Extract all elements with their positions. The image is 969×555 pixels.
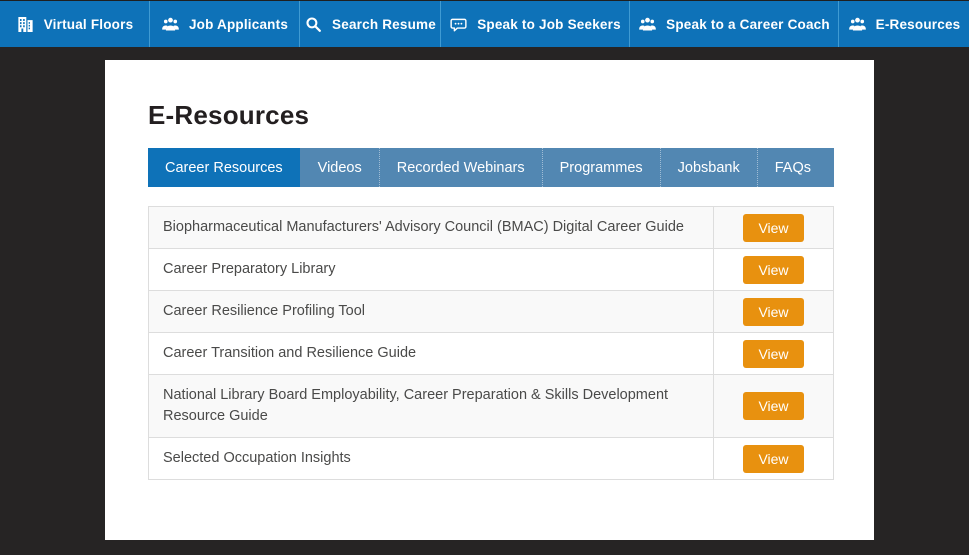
nav-item-label: E-Resources <box>875 16 961 32</box>
nav-item[interactable]: Job Applicants <box>149 1 299 47</box>
tab[interactable]: Career Resources <box>148 148 300 187</box>
resources-table: Biopharmaceutical Manufacturers' Advisor… <box>148 206 834 480</box>
table-row: Career Resilience Profiling Tool View <box>149 290 833 332</box>
resource-title: Selected Occupation Insights <box>163 450 351 466</box>
page-title: E-Resources <box>148 100 310 130</box>
resource-title: National Library Board Employability, Ca… <box>163 387 669 424</box>
people-icon <box>638 15 657 34</box>
resource-action-cell: View <box>713 438 833 479</box>
view-button[interactable]: View <box>743 255 804 284</box>
resource-title: Career Transition and Resilience Guide <box>163 345 417 361</box>
resource-action-cell: View <box>713 333 833 374</box>
tab[interactable]: Recorded Webinars <box>378 148 542 187</box>
resource-title: Career Preparatory Library <box>163 261 336 277</box>
table-row: Career Transition and Resilience Guide V… <box>149 332 833 374</box>
table-row: Selected Occupation Insights View <box>149 437 833 479</box>
top-navigation: Virtual Floors Job Applicants Search Res… <box>0 0 969 47</box>
nav-item[interactable]: Virtual Floors <box>0 1 149 47</box>
nav-item-label: Virtual Floors <box>43 16 134 32</box>
nav-item[interactable]: Speak to a Career Coach <box>629 1 838 47</box>
nav-item-label: Speak to Job Seekers <box>477 16 621 32</box>
building-icon <box>16 15 35 34</box>
view-button[interactable]: View <box>743 297 804 326</box>
tab[interactable]: FAQs <box>756 148 828 187</box>
nav-item-label: Job Applicants <box>188 16 289 32</box>
nav-item[interactable]: E-Resources <box>838 1 969 47</box>
resource-title: Career Resilience Profiling Tool <box>163 303 366 319</box>
resource-action-cell: View <box>713 249 833 290</box>
nav-item-label: Speak to a Career Coach <box>666 16 830 32</box>
table-row: Career Preparatory Library View <box>149 248 833 290</box>
tab[interactable]: Programmes <box>541 148 660 187</box>
view-button[interactable]: View <box>743 444 804 473</box>
nav-item[interactable]: Speak to Job Seekers <box>440 1 629 47</box>
people-icon <box>161 15 180 34</box>
screen: Virtual Floors Job Applicants Search Res… <box>0 0 969 555</box>
view-button[interactable]: View <box>743 392 804 420</box>
tab-bar: Career Resources Videos Recorded Webinars P… <box>148 148 834 187</box>
nav-item-label: Search Resume <box>332 16 436 32</box>
resource-action-cell: View <box>713 375 833 437</box>
people-icon <box>848 15 867 34</box>
table-row: National Library Board Employability, Ca… <box>149 374 833 437</box>
tab[interactable]: Jobsbank <box>659 148 757 187</box>
resource-title: Biopharmaceutical Manufacturers' Advisor… <box>163 219 684 235</box>
chat-icon <box>449 15 468 34</box>
nav-item[interactable]: Search Resume <box>299 1 440 47</box>
resource-action-cell: View <box>713 291 833 332</box>
resource-action-cell: View <box>713 207 833 248</box>
view-button[interactable]: View <box>743 213 804 242</box>
tab[interactable]: Videos <box>300 148 379 187</box>
search-icon <box>304 15 323 34</box>
table-row: Biopharmaceutical Manufacturers' Advisor… <box>149 207 833 248</box>
view-button[interactable]: View <box>743 339 804 368</box>
content-card: E-Resources Career Resources Videos Record… <box>105 60 874 540</box>
